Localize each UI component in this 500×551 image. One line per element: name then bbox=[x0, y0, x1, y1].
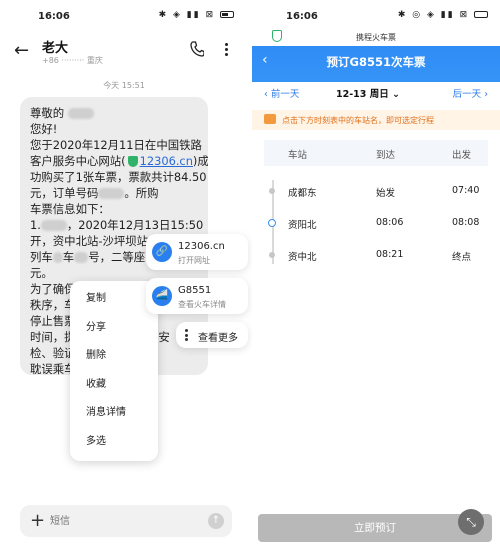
open-url-card[interactable]: 🔗 12306.cn 打开网址 bbox=[146, 234, 248, 270]
link-icon: 🔗 bbox=[152, 242, 172, 262]
schedule-table-header: 车站 到达 出发 bbox=[264, 140, 488, 166]
contact-name: 老大 bbox=[42, 41, 69, 56]
more-vert-icon[interactable] bbox=[224, 41, 228, 57]
shrink-float-icon[interactable]: ⤡ bbox=[458, 509, 484, 535]
message-line: 您好! bbox=[30, 122, 58, 136]
table-row[interactable]: 成都东 始发 07:40 bbox=[264, 180, 488, 210]
card-subtitle: 打开网址 bbox=[178, 256, 210, 265]
card-title: G8551 bbox=[178, 285, 212, 296]
stop-station[interactable]: 资中北 bbox=[288, 249, 317, 263]
redacted-block bbox=[52, 252, 63, 263]
redacted-block bbox=[74, 252, 89, 263]
battery-icon bbox=[220, 11, 234, 18]
context-menu: 复制 分享 删除 收藏 消息详情 多选 bbox=[70, 281, 158, 461]
contact-number: +86 ········· 重庆 bbox=[42, 56, 103, 65]
train-icon: 🚄 bbox=[152, 286, 172, 306]
date-separator: 今天 15:51 bbox=[103, 81, 145, 90]
stop-depart: 07:40 bbox=[452, 185, 480, 196]
stop-depart: 08:08 bbox=[452, 217, 480, 228]
stop-station[interactable]: 资阳北 bbox=[288, 217, 317, 231]
menu-item-favorite[interactable]: 收藏 bbox=[70, 371, 158, 400]
menu-item-copy[interactable]: 复制 bbox=[70, 285, 158, 314]
stop-dot-icon bbox=[269, 188, 275, 194]
message-line: 元，订单号码 。所购 bbox=[30, 186, 159, 200]
train-details-card[interactable]: 🚄 G8551 查看火车详情 bbox=[146, 278, 248, 314]
column-header-station: 车站 bbox=[288, 150, 308, 161]
page-title: 预订G8551次车票 bbox=[326, 55, 426, 69]
redacted-block bbox=[40, 220, 67, 231]
mini-app-title: 携程火车票 bbox=[356, 33, 396, 42]
date-selector: ‹ 前一天 12-13 周日 ⌄ 后一天 › bbox=[252, 82, 500, 104]
verified-shield-icon bbox=[127, 156, 138, 167]
add-attachment-icon[interactable]: + bbox=[30, 510, 45, 531]
stop-arrive: 始发 bbox=[376, 188, 396, 199]
tip-icon bbox=[264, 114, 276, 124]
menu-item-multi-select[interactable]: 多选 bbox=[70, 428, 158, 457]
menu-item-message-details[interactable]: 消息详情 bbox=[70, 399, 158, 428]
menu-item-delete[interactable]: 删除 bbox=[70, 342, 158, 371]
redacted-block bbox=[98, 188, 125, 199]
status-time: 16:06 bbox=[38, 11, 70, 22]
menu-item-share[interactable]: 分享 bbox=[70, 314, 158, 343]
stop-dot-icon bbox=[269, 252, 275, 258]
sms-input[interactable] bbox=[50, 511, 190, 531]
view-more-card[interactable]: 查看更多 bbox=[176, 322, 248, 348]
phone-icon[interactable] bbox=[190, 41, 204, 57]
column-header-arrive: 到达 bbox=[376, 150, 396, 161]
battery-icon bbox=[474, 11, 488, 18]
booking-header: ‹ 预订G8551次车票 ‹ 前一天 12-13 周日 ⌄ 后一天 › bbox=[252, 46, 500, 104]
table-row[interactable]: 资阳北 08:06 08:08 bbox=[264, 212, 488, 242]
status-icons: ✱ ◎ ◈ ▮▮ ⊠ bbox=[398, 10, 488, 20]
next-day-button[interactable]: 后一天 › bbox=[453, 86, 488, 100]
sms-app-screen: 16:06 ✱ ◈ ▮▮ ⊠ ← 老大 +86 ········· 重庆 今天 … bbox=[0, 0, 248, 551]
compose-bar: + ↑ bbox=[20, 505, 232, 537]
back-arrow-icon[interactable]: ← bbox=[14, 40, 29, 61]
message-line: 1. ，2020年12月13日15:50 bbox=[30, 218, 204, 232]
tip-banner: 点击下方时刻表中的车站名，即可选定行程 bbox=[252, 110, 500, 130]
send-icon[interactable]: ↑ bbox=[208, 513, 224, 529]
message-line: 尊敬的 bbox=[30, 105, 198, 121]
selected-stop-dot-icon bbox=[268, 219, 276, 227]
message-line: 车票信息如下： bbox=[30, 202, 110, 216]
status-time: 16:06 bbox=[286, 11, 318, 22]
status-icons: ✱ ◈ ▮▮ ⊠ bbox=[159, 10, 234, 20]
card-subtitle: 查看火车详情 bbox=[178, 300, 226, 309]
status-bar: 16:06 ✱ ◎ ◈ ▮▮ ⊠ bbox=[252, 0, 500, 28]
column-header-depart: 出发 bbox=[452, 150, 472, 161]
redacted-block bbox=[67, 108, 94, 119]
card-title: 12306.cn bbox=[178, 241, 225, 252]
table-row[interactable]: 资中北 08:21 终点 bbox=[264, 244, 488, 274]
stop-station[interactable]: 成都东 bbox=[288, 185, 317, 199]
train-booking-screen: 16:06 ✱ ◎ ◈ ▮▮ ⊠ 携程火车票 ‹ 预订G8551次车票 ‹ 前一… bbox=[252, 0, 500, 551]
more-vert-icon bbox=[185, 329, 188, 343]
stop-arrive: 08:06 bbox=[376, 217, 404, 228]
message-line: 功购买了1张车票，票款共计84.50 bbox=[30, 170, 207, 184]
message-line: 客户服务中心网站(12306.cn)成 bbox=[30, 154, 208, 168]
status-bar: 16:06 ✱ ◈ ▮▮ ⊠ bbox=[0, 0, 248, 28]
conversation-header: ← 老大 +86 ········· 重庆 bbox=[0, 28, 248, 72]
stop-depart: 终点 bbox=[452, 252, 472, 263]
current-date-dropdown[interactable]: 12-13 周日 ⌄ bbox=[336, 86, 400, 100]
mini-app-bar: 携程火车票 bbox=[252, 28, 500, 46]
view-more-label: 查看更多 bbox=[198, 333, 238, 344]
message-link[interactable]: 12306.cn bbox=[140, 154, 193, 168]
message-line: 您于2020年12月11日在中国铁路 bbox=[30, 138, 202, 152]
book-now-button[interactable]: 立即预订 bbox=[258, 514, 492, 542]
prev-day-button[interactable]: ‹ 前一天 bbox=[264, 86, 299, 100]
tip-text: 点击下方时刻表中的车站名，即可选定行程 bbox=[282, 116, 434, 125]
stop-arrive: 08:21 bbox=[376, 249, 404, 260]
